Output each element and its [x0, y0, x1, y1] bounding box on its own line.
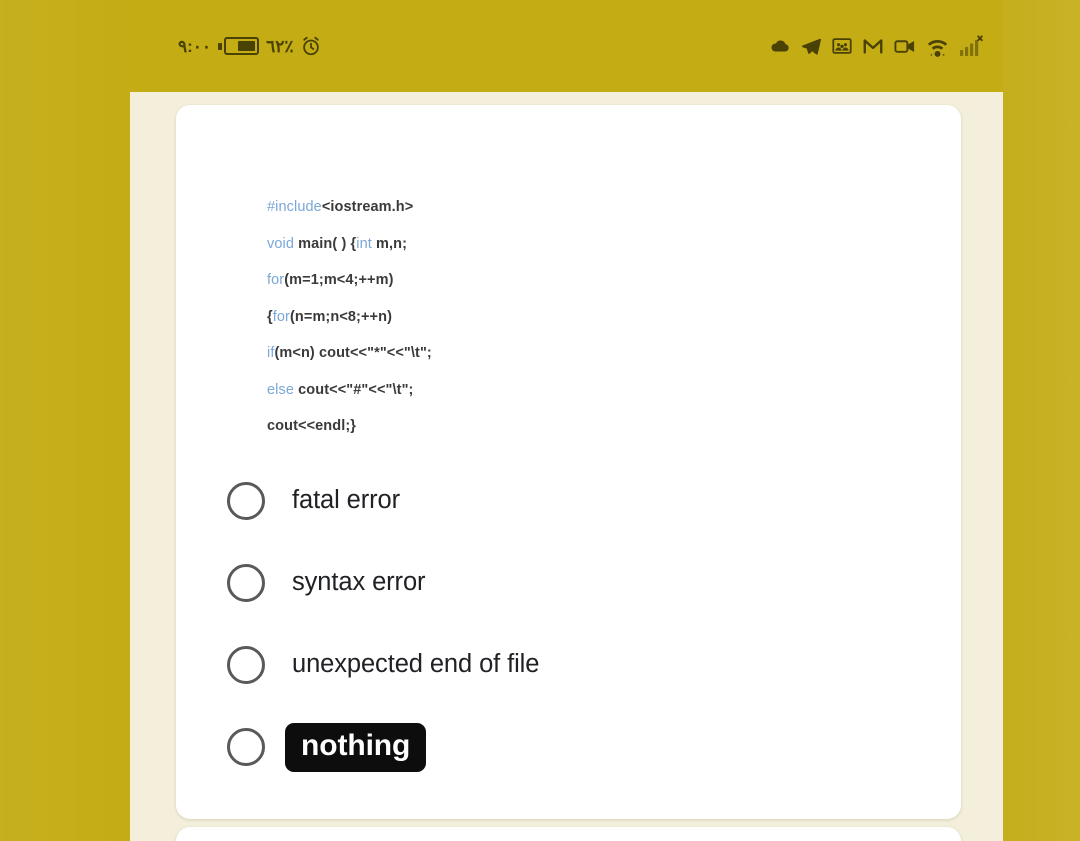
code-keyword: for [267, 272, 285, 288]
wifi-icon [925, 35, 950, 58]
option-unexpected-end-of-file[interactable]: unexpected end of file [176, 624, 961, 706]
radio-button-icon[interactable] [227, 482, 265, 520]
radio-button-icon[interactable] [227, 728, 265, 766]
option-nothing[interactable]: nothing [176, 706, 961, 788]
code-line: #include<iostream.h> [267, 200, 907, 215]
code-line: cout<<endl;} [267, 419, 907, 434]
option-syntax-error[interactable]: syntax error [176, 542, 961, 624]
option-label: syntax error [292, 568, 426, 597]
question-card: #include<iostream.h> void main( ) {int m… [176, 105, 961, 819]
signal-bars-no-service-icon [959, 34, 985, 58]
code-text: main( ) { [298, 235, 357, 252]
options-list: fatal error syntax error unexpected end … [176, 460, 961, 788]
code-text: (m<n) cout<<"*"<<"\t"; [274, 345, 432, 361]
code-line: for(m=1;m<4;++m) [267, 273, 907, 288]
radio-button-icon[interactable] [227, 564, 265, 602]
code-keyword: else [267, 381, 299, 398]
option-label-highlighted: nothing [285, 722, 427, 772]
alarm-clock-icon [300, 35, 322, 57]
code-keyword: #include [267, 199, 322, 215]
status-clock: ٩:٠٠ [178, 36, 212, 56]
status-bar: ٩:٠٠ ٪٦٢ [130, 0, 1003, 92]
code-line: if(m<n) cout<<"*"<<"\t"; [267, 346, 907, 361]
status-bar-left: ٩:٠٠ ٪٦٢ [178, 35, 322, 57]
radio-button-icon[interactable] [227, 646, 265, 684]
code-line: else cout<<"#"<<"\t"; [267, 381, 907, 398]
screen-background: ٩:٠٠ ٪٦٢ #include<iostream.h> void main(… [0, 0, 1080, 841]
form-content: #include<iostream.h> void main( ) {int m… [130, 92, 1003, 841]
telegram-icon [800, 35, 822, 57]
code-line: {for(n=m;n<8;++n) [267, 308, 907, 325]
code-block: #include<iostream.h> void main( ) {int m… [267, 200, 907, 456]
photo-people-icon [831, 35, 853, 57]
code-keyword: int [356, 235, 376, 252]
battery-tip [218, 42, 223, 50]
battery-percent-label: ٪٦٢ [266, 36, 294, 56]
phone-viewport: ٩:٠٠ ٪٦٢ #include<iostream.h> void main(… [130, 0, 1003, 841]
cloud-icon [769, 35, 791, 57]
battery-fill [238, 41, 256, 51]
code-text: m,n; [376, 235, 408, 252]
code-line: void main( ) {int m,n; [267, 235, 907, 252]
next-question-card [176, 827, 961, 841]
code-text: (m=1;m<4;++m) [284, 272, 394, 288]
option-label: fatal error [292, 486, 401, 515]
code-text: (n=m;n<8;++n) [289, 308, 392, 325]
option-label: unexpected end of file [292, 650, 540, 679]
code-keyword: void [267, 235, 299, 252]
code-text: cout<<endl;} [267, 418, 357, 434]
gmail-icon [862, 35, 884, 57]
video-camera-icon [893, 35, 916, 58]
code-keyword: for [272, 308, 290, 325]
code-text: cout<<"#"<<"\t"; [298, 381, 414, 398]
battery-icon [218, 37, 260, 55]
option-fatal-error[interactable]: fatal error [176, 460, 961, 542]
code-text: <iostream.h> [321, 199, 414, 215]
battery-body [224, 37, 260, 55]
status-bar-right [769, 34, 985, 58]
